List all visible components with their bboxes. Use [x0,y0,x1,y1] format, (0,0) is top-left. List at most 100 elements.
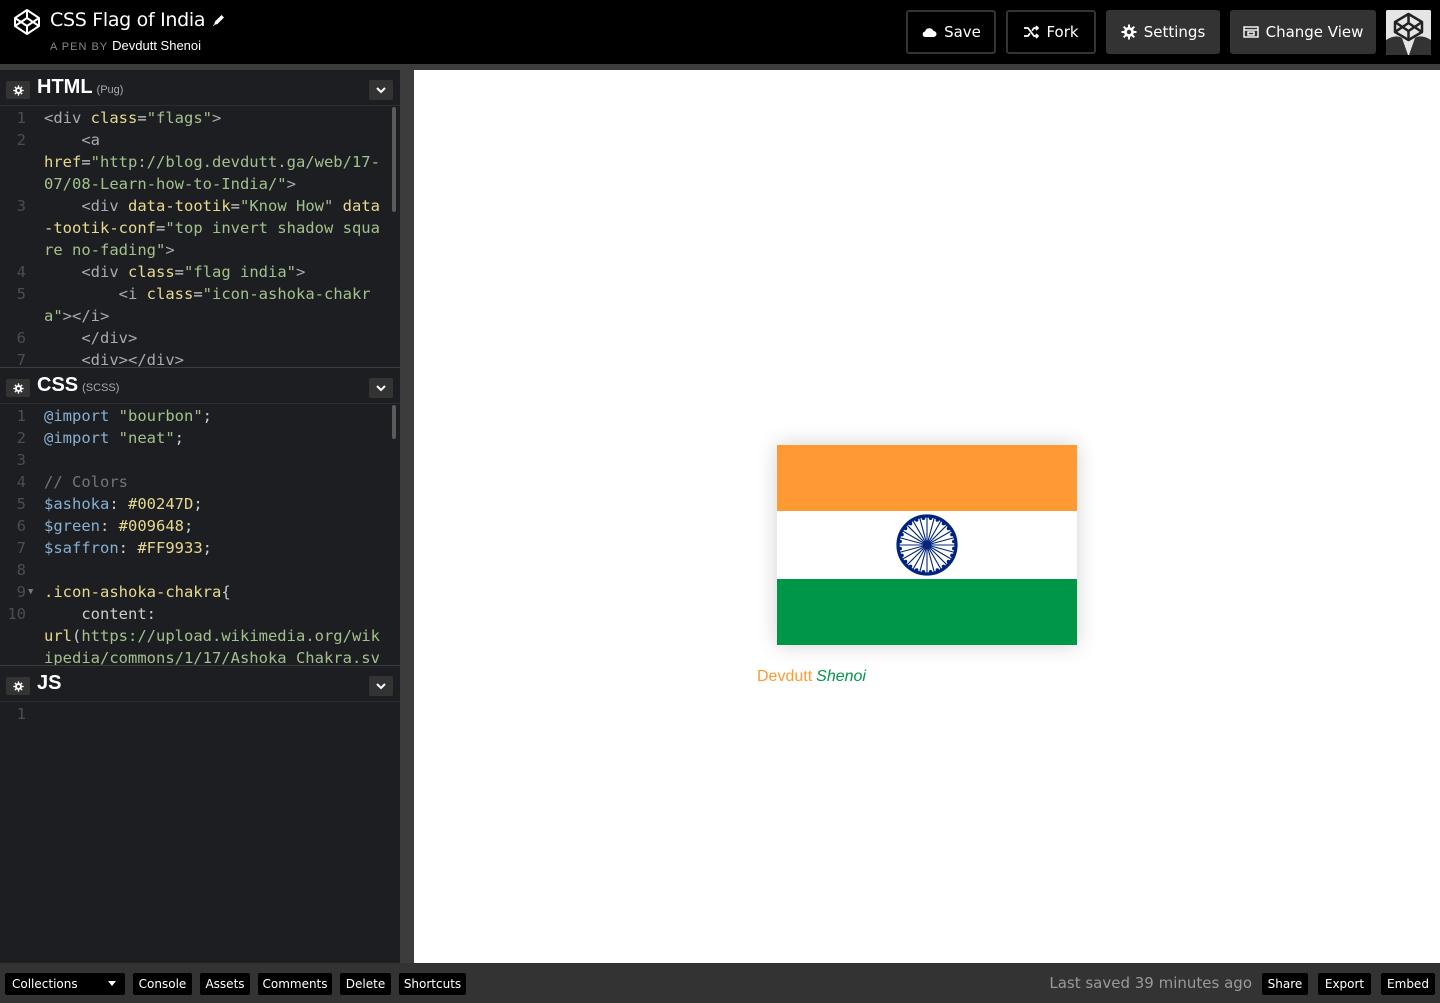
chakra-rim-dot [946,559,951,564]
html-code-area[interactable]: 1 <div class="flags"> 2 <a href="http://b… [0,107,390,367]
chakra-rim-dot [900,553,904,558]
console-button[interactable]: Console [133,973,192,995]
js-collapse-button[interactable] [369,676,393,696]
code-line: 2 @import "neat"; [16,429,185,447]
css-code-area[interactable]: 1 @import "bourbon"; 2 @import "neat"; 3 4… [0,405,390,665]
editor-preview-resizer[interactable] [400,70,414,963]
code-line: 3 [16,451,26,469]
html-scrollbar[interactable] [392,107,396,212]
header: CSS Flag of India A PEN BY Devdutt Shenoi… [0,0,1440,64]
css-editor-panel: CSS (SCSS) 1 @import "bourbon"; 2 @import "… [0,368,400,665]
html-collapse-button[interactable] [369,80,393,100]
user-avatar[interactable] [1386,10,1431,55]
css-scrollbar[interactable] [392,405,396,439]
chakra-rim-dot [898,546,902,551]
footer-bar: Collections Console Assets Comments Dele… [0,963,1440,1003]
code-line: 7 <div></div> [16,351,184,367]
gear-icon [12,680,24,692]
html-panel-header: HTML (Pug) [0,70,400,106]
html-settings-button[interactable] [6,81,30,99]
code-line: 3 <div data-tootik="Know How" data-tooti… [16,197,380,259]
embed-button[interactable]: Embed [1381,973,1435,995]
js-settings-button[interactable] [6,677,30,695]
fold-arrow-icon[interactable]: ▼ [28,581,33,603]
css-settings-button[interactable] [6,379,30,397]
export-button[interactable]: Export [1318,973,1371,995]
chakra-rim-dot [914,568,919,572]
code-line: 6 $green: #009648; [16,517,194,535]
collections-select[interactable]: Collections [5,973,125,995]
html-panel-name: HTML [37,76,93,98]
gear-icon [1121,24,1137,40]
code-line: 10 content: url(https://upload.wikimedia… [7,605,380,665]
author-credit[interactable]: Devdutt Shenoi [757,668,866,686]
chakra-rim-dot [935,568,940,572]
code-line: 4// Colors [16,473,128,491]
chakra-rim-dot [908,564,913,569]
layout-icon [1242,26,1259,38]
js-panel-header: JS [0,666,400,702]
code-line: 1 <div class="flags"> [16,109,222,127]
save-button[interactable]: Save [906,10,996,54]
chakra-rim-dot [900,532,904,537]
code-line: 6 </div> [16,329,138,347]
saffron-stripe [777,445,1077,511]
chakra-rim-dot [914,518,919,522]
chakra-rim-dot [941,521,946,526]
pencil-icon[interactable] [212,13,226,27]
assets-button[interactable]: Assets [200,973,250,995]
chakra-rim-dot [921,516,926,520]
ashoka-chakra-icon [896,514,958,576]
chakra-rim-dot [903,526,908,531]
code-line: 2 <a href="http://blog.devdutt.ga/web/17… [16,131,380,193]
byline: A PEN BY Devdutt Shenoi [50,38,201,53]
gear-icon [12,84,24,96]
html-panel-title: HTML (Pug) [37,76,123,99]
chakra-rim-dot [946,526,951,531]
js-panel-name: JS [37,672,62,694]
chakra-rim-dot [952,546,956,551]
code-line: 5 <i class="icon-ashoka-chakra"></i> [16,285,371,325]
js-code-area[interactable]: 1 [0,703,390,725]
editors-column: HTML (Pug) 1 <div class="flags"> 2 <a href… [0,70,400,963]
chakra-rim-dot [903,559,908,564]
chevron-down-icon [376,385,386,392]
change-view-button[interactable]: Change View [1230,10,1376,54]
css-preprocessor-label: (SCSS) [82,382,120,394]
chevron-down-icon [376,87,386,94]
change-view-label: Change View [1265,23,1364,41]
share-button[interactable]: Share [1262,973,1308,995]
chevron-down-icon [376,683,386,690]
settings-button[interactable]: Settings [1106,10,1220,54]
html-preprocessor-label: (Pug) [96,84,124,96]
byline-prefix: A PEN BY [50,41,109,53]
code-line: 1 [16,705,26,723]
chakra-rim-dot [935,518,940,522]
green-stripe [777,579,1077,645]
chakra-rim-dot [952,539,956,544]
cloud-icon [922,28,937,37]
comments-button[interactable]: Comments [258,973,332,995]
css-panel-title: CSS (SCSS) [37,374,119,397]
chakra-rim-dot [921,570,926,574]
author-link[interactable]: Devdutt Shenoi [112,38,201,53]
css-panel-header: CSS (SCSS) [0,368,400,404]
codepen-logo-icon[interactable] [13,8,41,36]
code-line: 8 [16,561,26,579]
save-label: Save [944,23,981,41]
code-line: 7 $saffron: #FF9933; [16,539,212,557]
caret-down-icon [108,981,116,986]
shortcuts-button[interactable]: Shortcuts [399,973,466,995]
css-collapse-button[interactable] [369,378,393,398]
css-panel-name: CSS [37,374,79,396]
india-flag[interactable] [777,445,1077,645]
delete-button[interactable]: Delete [340,973,391,995]
fork-button[interactable]: Fork [1006,10,1096,54]
pen-title[interactable]: CSS Flag of India [50,9,206,31]
fork-label: Fork [1046,23,1079,41]
js-editor-panel: JS 1 [0,666,400,963]
code-line: 9 ▼ .icon-ashoka-chakra{ [16,581,231,603]
settings-label: Settings [1143,23,1206,41]
last-saved-status: Last saved 39 minutes ago [1049,974,1252,992]
collections-label: Collections [12,977,78,991]
